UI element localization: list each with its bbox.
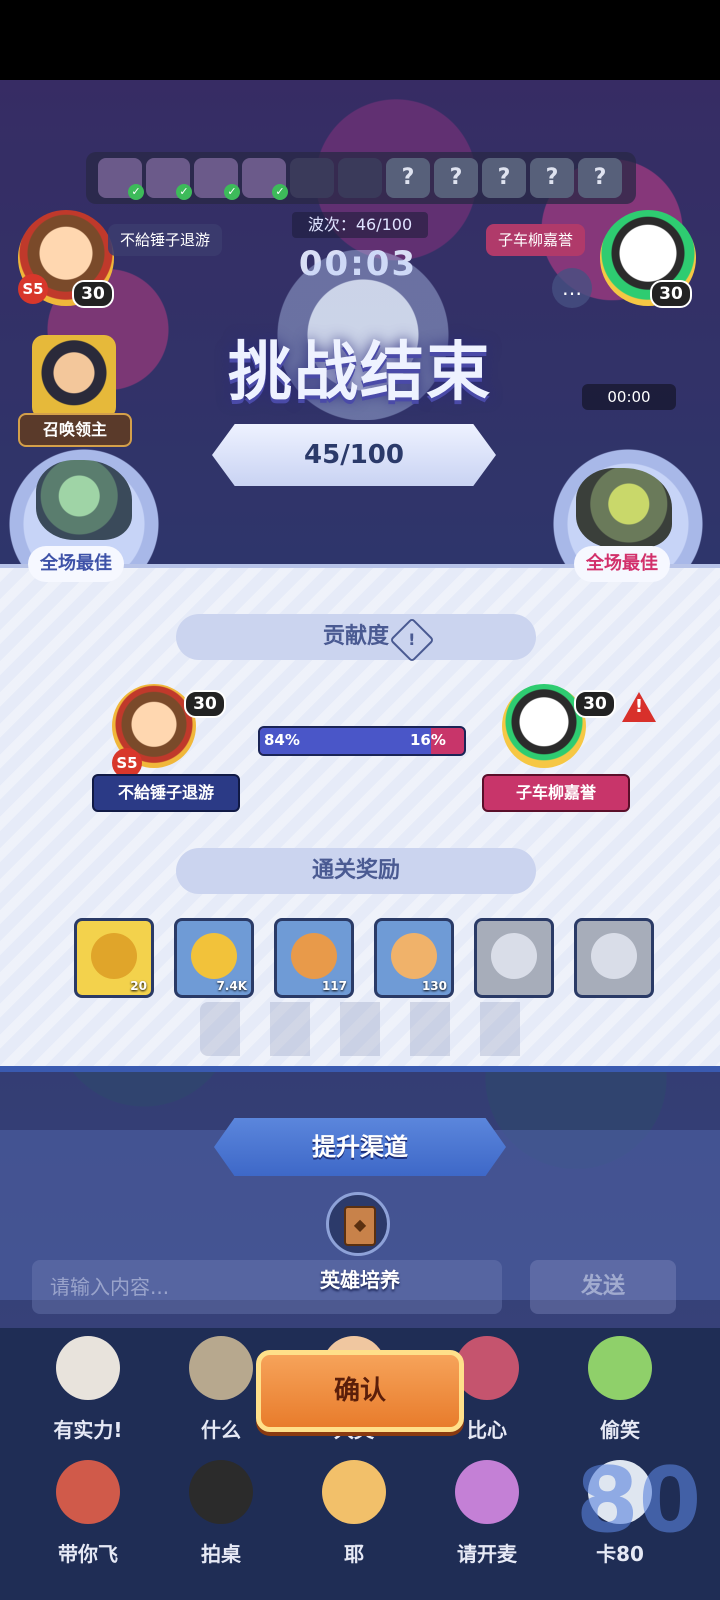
- contribution-header: 贡献度: [176, 614, 536, 660]
- reward-count: 20: [130, 979, 147, 993]
- sticker-face-icon: [189, 1460, 253, 1524]
- crest-emblem-icon: [591, 933, 637, 979]
- wave-score: 45/100: [304, 440, 404, 470]
- sticker-face-icon: [56, 1336, 120, 1400]
- sticker-face-icon: [322, 1460, 386, 1524]
- send-button[interactable]: 发送: [530, 1260, 676, 1314]
- reward-item[interactable]: 130: [374, 918, 454, 998]
- wave-slot-unknown: ?: [386, 158, 430, 198]
- player1-name-tag: 不給锤子退游: [108, 224, 223, 256]
- mvp-right-label: 全场最佳: [574, 546, 670, 582]
- big-number-decoration: 80: [576, 1448, 702, 1553]
- contribution-player2-avatar[interactable]: [502, 684, 586, 768]
- confirm-button[interactable]: 确认: [256, 1350, 464, 1432]
- reward-item[interactable]: [574, 918, 654, 998]
- rewards-list: 20 7.4K 117 130: [74, 918, 662, 1002]
- gold-coin-icon: [191, 933, 237, 979]
- contribution-title: 贡献度: [322, 624, 389, 649]
- summon-lord-button[interactable]: 召唤领主: [18, 335, 132, 447]
- hero-training-label: 英雄培养: [320, 1268, 400, 1292]
- rewards-title: 通关奖励: [311, 858, 400, 883]
- lord-portrait: [32, 335, 116, 419]
- wave-slot-done: [242, 158, 288, 200]
- wave-slot-unknown: ?: [482, 158, 526, 198]
- wave-counter: 波次：46/100: [292, 212, 428, 238]
- wave-slot-unknown: ?: [578, 158, 622, 198]
- chat-bubble-icon[interactable]: …: [552, 268, 592, 308]
- emoji-sticker[interactable]: 耶: [294, 1454, 414, 1574]
- sticker-face-icon: [56, 1460, 120, 1524]
- sticker-face-icon: [189, 1336, 253, 1400]
- emoji-sticker[interactable]: 偷笑: [560, 1330, 680, 1450]
- wave-slot-done: [98, 158, 144, 200]
- contribution-player1-name: 不給锤子退游: [92, 774, 240, 812]
- reward-item[interactable]: 117: [274, 918, 354, 998]
- reward-item[interactable]: 20: [74, 918, 154, 998]
- mvp-left-label: 全场最佳: [28, 546, 124, 582]
- emoji-label: 拍桌: [201, 1542, 241, 1566]
- chat-input[interactable]: 请输入内容...: [32, 1260, 502, 1314]
- player1-contribution-percent: 84%: [264, 731, 300, 749]
- cooldown-timer: 00:00: [582, 384, 676, 410]
- reward-item[interactable]: [474, 918, 554, 998]
- player1-rank-badge: S5: [18, 274, 48, 304]
- star-emblem-icon: [491, 933, 537, 979]
- emoji-sticker[interactable]: 带你飞: [28, 1454, 148, 1574]
- upgrade-channel-title: 提升渠道: [312, 1133, 408, 1161]
- contribution-player1-level: 30: [184, 690, 226, 718]
- emoji-sticker[interactable]: 拍桌: [161, 1454, 281, 1574]
- emoji-label: 耶: [344, 1542, 364, 1566]
- wave-slot-done: [194, 158, 240, 200]
- emoji-label: 偷笑: [600, 1418, 640, 1442]
- summon-lord-label: 召唤领主: [18, 413, 132, 447]
- player2-name-tag: 子车柳嘉誉: [486, 224, 586, 256]
- reward-count: 7.4K: [216, 979, 247, 993]
- wave-slot-unknown: ?: [530, 158, 574, 198]
- sticker-face-icon: [455, 1460, 519, 1524]
- contribution-player2-level: 30: [574, 690, 616, 718]
- rewards-header: 通关奖励: [176, 848, 536, 894]
- hero-card-icon: ◆: [344, 1206, 376, 1246]
- info-glyph: !: [408, 629, 416, 649]
- emoji-label: 请开麦: [457, 1542, 517, 1566]
- faded-background-art: [200, 1002, 530, 1056]
- cat-icon: [391, 933, 437, 979]
- emoji-sticker[interactable]: 有实力!: [28, 1330, 148, 1450]
- emoji-label: 带你飞: [58, 1542, 118, 1566]
- warning-glyph: !: [634, 696, 644, 717]
- key-icon: [91, 933, 137, 979]
- result-title: 挑战结束: [228, 336, 492, 410]
- player2-level-badge: 30: [650, 280, 692, 308]
- emoji-sticker[interactable]: 请开麦: [427, 1454, 547, 1574]
- sticker-face-icon: [588, 1336, 652, 1400]
- wave-slot-current: [290, 158, 334, 198]
- player1-level-badge: 30: [72, 280, 114, 308]
- wave-slot-unknown: ?: [434, 158, 478, 198]
- emoji-label: 有实力!: [53, 1418, 123, 1442]
- trophy-icon: [291, 933, 337, 979]
- wave-slot-current: [338, 158, 382, 198]
- wave-progress-bar: ?????: [86, 152, 636, 204]
- wave-slot-done: [146, 158, 192, 200]
- reward-count: 117: [321, 979, 347, 993]
- player2-contribution-percent: 16%: [410, 731, 446, 749]
- mvp-right-monster-icon: [576, 468, 672, 548]
- reward-item[interactable]: 7.4K: [174, 918, 254, 998]
- sticker-face-icon: [455, 1336, 519, 1400]
- reward-count: 130: [421, 979, 447, 993]
- contribution-player2-name: 子车柳嘉誉: [482, 774, 630, 812]
- mvp-left-monster-icon: [36, 460, 132, 540]
